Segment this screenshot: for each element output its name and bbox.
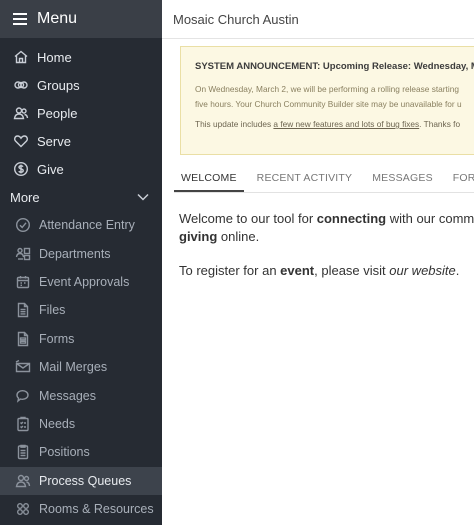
tab-recent-activity[interactable]: RECENT ACTIVITY (250, 163, 360, 192)
tab-welcome[interactable]: WELCOME (174, 163, 244, 192)
tab-messages[interactable]: MESSAGES (365, 163, 440, 192)
sidebar-item-mail-merges[interactable]: Mail Merges (0, 353, 162, 381)
announcement-text: . Thanks fo (419, 119, 461, 129)
sidebar-item-messages[interactable]: Messages (0, 381, 162, 409)
top-bar: Mosaic Church Austin (162, 0, 474, 39)
form-icon (14, 331, 32, 347)
sidebar-item-departments[interactable]: Departments (0, 239, 162, 267)
sidebar-item-label: Home (37, 49, 72, 65)
sidebar-item-serve[interactable]: Serve (0, 127, 162, 155)
welcome-content: Welcome to our tool for connecting with … (179, 210, 474, 280)
heart-icon (12, 133, 30, 149)
tab-forms[interactable]: FORMS (446, 163, 474, 192)
register-text: To register for an (179, 263, 281, 278)
dollar-icon (12, 161, 30, 177)
welcome-emphasis: giving (179, 229, 218, 244)
welcome-text: Welcome to our tool for (179, 211, 317, 226)
more-label: More (10, 189, 40, 205)
home-icon (12, 49, 30, 65)
needs-icon (14, 416, 32, 432)
more-toggle[interactable]: More (0, 183, 162, 211)
sidebar-item-people[interactable]: People (0, 99, 162, 127)
sidebar-item-label: Serve (37, 133, 71, 149)
main-content: Mosaic Church Austin SYSTEM ANNOUNCEMENT… (162, 0, 474, 525)
announcement-text: This update includes (195, 119, 274, 129)
register-paragraph: To register for an event, please visit o… (179, 262, 474, 280)
register-text: . (455, 263, 460, 278)
sidebar-item-forms[interactable]: Forms (0, 325, 162, 353)
sidebar-item-label: Give (37, 161, 64, 177)
sidebar-item-files[interactable]: Files (0, 296, 162, 324)
secondary-nav: Attendance Entry Departments Event Appro… (0, 211, 162, 523)
sidebar-item-label: Needs (39, 416, 76, 431)
sidebar-item-label: Process Queues (39, 473, 132, 488)
sidebar-item-attendance-entry[interactable]: Attendance Entry (0, 211, 162, 239)
sidebar-item-needs[interactable]: Needs (0, 410, 162, 438)
sidebar: Menu Home Groups People Serve Give More (0, 0, 162, 525)
sidebar-item-label: Departments (39, 246, 111, 261)
tab-bar: WELCOME RECENT ACTIVITY MESSAGES FORMS (174, 163, 474, 193)
sidebar-item-label: Event Approvals (39, 274, 130, 289)
primary-nav: Home Groups People Serve Give (0, 38, 162, 183)
sidebar-item-label: Mail Merges (39, 360, 108, 375)
file-icon (14, 302, 32, 318)
mail-merge-icon (14, 359, 32, 375)
welcome-text: with our commu (386, 211, 474, 226)
sidebar-item-label: Files (39, 303, 66, 318)
check-circle-icon (14, 217, 32, 233)
sidebar-item-label: Messages (39, 388, 96, 403)
welcome-emphasis: connecting (316, 211, 387, 226)
announcement-line: This update includes a few new features … (195, 117, 474, 132)
website-link[interactable]: our website (389, 263, 455, 278)
menu-label: Menu (37, 10, 78, 27)
chat-icon (14, 388, 32, 404)
church-name: Mosaic Church Austin (173, 11, 299, 27)
sidebar-item-rooms-resources[interactable]: Rooms & Resources (0, 495, 162, 523)
welcome-paragraph: Welcome to our tool for connecting with … (179, 210, 474, 246)
sidebar-item-label: People (37, 105, 78, 121)
sidebar-item-label: Rooms & Resources (39, 502, 154, 517)
sidebar-item-home[interactable]: Home (0, 43, 162, 71)
announcement-line: five hours. Your Church Community Builde… (195, 99, 462, 109)
announcement-title: SYSTEM ANNOUNCEMENT: Upcoming Release: W… (195, 61, 474, 72)
register-emphasis: event (280, 263, 315, 278)
rooms-icon (14, 501, 32, 517)
sidebar-item-label: Attendance Entry (39, 218, 135, 233)
hamburger-icon (13, 10, 27, 28)
sidebar-item-label: Positions (39, 445, 90, 460)
sidebar-item-label: Forms (39, 331, 75, 346)
sidebar-item-groups[interactable]: Groups (0, 71, 162, 99)
process-queues-icon (14, 473, 32, 489)
release-notes-link[interactable]: a few new features and lots of bug fixes (273, 119, 419, 129)
positions-icon (14, 444, 32, 460)
people-icon (12, 105, 30, 121)
announcement-line: On Wednesday, March 2, we will be perfor… (195, 84, 459, 94)
chevron-down-icon (137, 193, 149, 201)
sidebar-item-label: Groups (37, 77, 80, 93)
welcome-text: online. (217, 229, 260, 244)
groups-icon (12, 77, 30, 93)
system-announcement: SYSTEM ANNOUNCEMENT: Upcoming Release: W… (180, 46, 474, 155)
sidebar-item-event-approvals[interactable]: Event Approvals (0, 268, 162, 296)
calendar-icon (14, 274, 32, 290)
menu-toggle[interactable]: Menu (0, 0, 162, 38)
departments-icon (14, 246, 32, 262)
sidebar-item-give[interactable]: Give (0, 155, 162, 183)
sidebar-item-process-queues[interactable]: Process Queues (0, 466, 162, 495)
register-text: , please visit (314, 263, 390, 278)
sidebar-item-positions[interactable]: Positions (0, 438, 162, 466)
